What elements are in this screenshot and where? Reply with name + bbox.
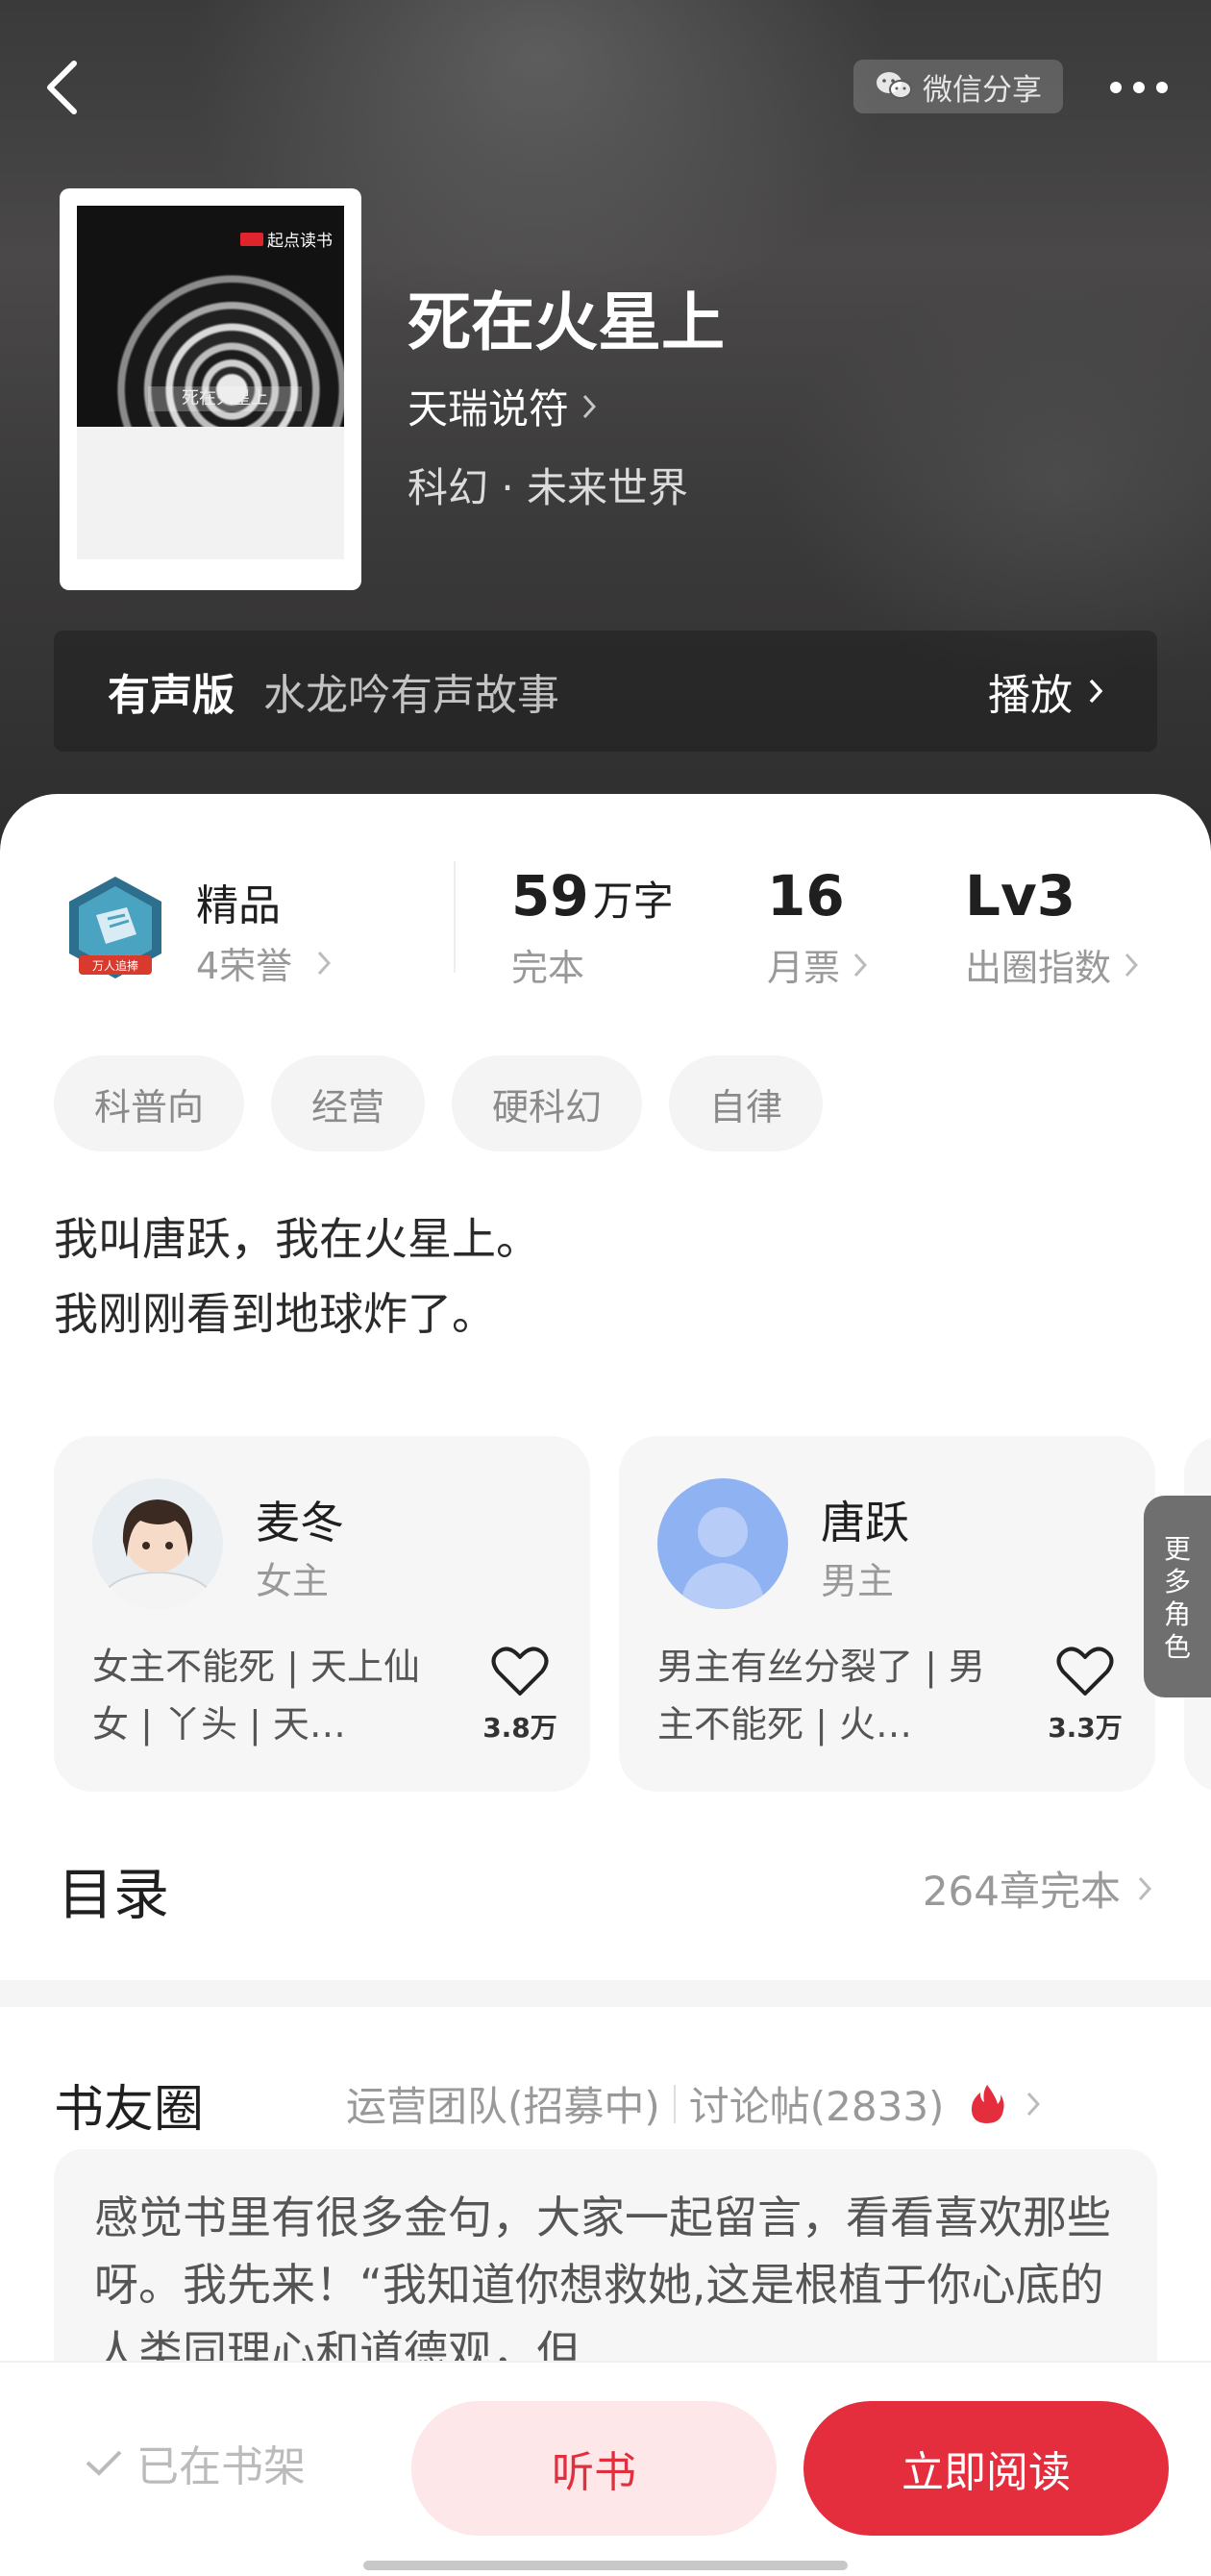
character-avatar — [92, 1478, 223, 1609]
intro-line: 我刚刚看到地球炸了。 — [54, 1288, 496, 1340]
circle-posts-link[interactable]: 讨论帖(2833) — [689, 2074, 945, 2133]
audio-play-button[interactable]: 播放 — [988, 660, 1103, 722]
checkmark-icon — [86, 2450, 122, 2476]
circle-meta[interactable]: 运营团队(招募中) 讨论帖(2833) — [346, 2074, 1041, 2133]
chevron-right-icon — [582, 394, 597, 418]
section-divider — [0, 1980, 1211, 2007]
popularity-value: Lv3 — [965, 863, 1076, 929]
character-card[interactable]: 唐跃 男主 男主有丝分裂了 | 男主不能死 | 火… 3.3万 — [619, 1436, 1155, 1792]
character-role: 男主 — [821, 1560, 895, 1602]
flame-icon — [972, 2084, 1005, 2123]
more-characters-label: 更多角色 — [1163, 1533, 1191, 1663]
chevron-right-icon — [853, 953, 868, 977]
circle-post-preview[interactable]: 感觉书里有很多金句，大家一起留言，看看喜欢那些呀。我先来！“我知道你想救她,这是… — [54, 2149, 1157, 2361]
author-name: 天瑞说符 — [408, 385, 570, 433]
chevron-right-icon — [318, 951, 332, 975]
book-title: 死在火星上 — [408, 285, 725, 359]
share-label: 微信分享 — [923, 72, 1042, 108]
post-text: 感觉书里有很多金句，大家一起留言，看看喜欢那些呀。我先来！“我知道你想救她,这是… — [94, 2192, 1111, 2361]
shelf-status-label: 已在书架 — [136, 2442, 306, 2491]
listen-button[interactable]: 听书 — [411, 2401, 777, 2536]
character-like-button[interactable]: 3.8万 — [477, 1646, 563, 1746]
word-count-unit: 万字 — [592, 878, 674, 925]
tag-list: 科普向 经营 硬科幻 自律 — [54, 1055, 824, 1152]
popularity-label: 出圈指数 — [965, 947, 1112, 989]
wechat-icon — [877, 72, 912, 99]
honor-count: 4荣誉 — [196, 945, 293, 987]
cover-blurb — [77, 427, 344, 559]
chevron-right-icon — [1124, 953, 1139, 977]
tag-chip[interactable]: 科普向 — [54, 1055, 245, 1152]
character-like-button[interactable]: 3.3万 — [1042, 1646, 1128, 1746]
stat-divider — [454, 861, 456, 973]
tag-chip[interactable]: 经营 — [271, 1055, 426, 1152]
audio-label: 有声版 — [108, 671, 235, 720]
monthly-votes-label: 月票 — [767, 947, 841, 989]
word-count-value: 59 — [511, 863, 589, 929]
wechat-share-button[interactable]: 微信分享 — [853, 60, 1063, 113]
book-genre: 科幻 · 未来世界 — [408, 464, 689, 511]
heart-icon — [1056, 1647, 1114, 1696]
back-button[interactable] — [33, 54, 90, 121]
svg-text:万人追捧: 万人追捧 — [92, 958, 138, 973]
monthly-votes-value: 16 — [767, 863, 845, 929]
character-name: 麦冬 — [256, 1497, 344, 1548]
audio-version-bar[interactable]: 有声版 水龙吟有声故事 播放 — [54, 631, 1157, 752]
toc-title: 目录 — [58, 1862, 170, 1927]
audio-narrator: 水龙吟有声故事 — [263, 671, 559, 720]
stat-popularity-index[interactable]: Lv3 出圈指数 — [965, 863, 1139, 991]
book-intro[interactable]: 我叫唐跃，我在火星上。 我刚刚看到地球炸了。 — [54, 1201, 540, 1351]
character-name: 唐跃 — [821, 1497, 909, 1548]
more-dots-icon — [1110, 82, 1168, 93]
character-like-count: 3.8万 — [482, 1712, 557, 1744]
circle-title: 书友圈 — [54, 2081, 205, 2139]
more-characters-button[interactable]: 更多角色 — [1144, 1496, 1211, 1697]
toc-chapter-count: 264章完本 — [922, 1868, 1121, 1915]
circle-team-link[interactable]: 运营团队(招募中) — [346, 2074, 660, 2133]
honor-badge-icon: 万人追捧 — [69, 877, 161, 978]
character-role: 女主 — [256, 1560, 330, 1602]
author-link[interactable]: 天瑞说符 — [408, 377, 597, 435]
audio-play-label: 播放 — [988, 671, 1073, 720]
character-avatar — [657, 1478, 788, 1609]
cover-brand: 起点读书 — [240, 227, 333, 251]
tag-chip[interactable]: 硬科幻 — [452, 1055, 643, 1152]
toc-link[interactable]: 264章完本 — [923, 1859, 1151, 1918]
tag-chip[interactable]: 自律 — [669, 1055, 824, 1152]
stat-word-count: 59万字 完本 — [511, 863, 674, 991]
cover-art: 起点读书 死在火星上 — [77, 206, 344, 559]
shelf-status: 已在书架 — [85, 2432, 306, 2493]
more-button[interactable] — [1096, 63, 1182, 111]
home-indicator — [363, 2561, 848, 2570]
intro-line: 我叫唐跃，我在火星上。 — [54, 1213, 540, 1265]
cover-title: 死在火星上 — [148, 386, 302, 411]
chevron-left-icon — [47, 61, 77, 114]
word-count-label: 完本 — [511, 947, 585, 989]
chevron-right-icon — [1089, 679, 1103, 704]
stat-monthly-votes[interactable]: 16 月票 — [767, 863, 868, 991]
character-tags: 女主不能死 | 天上仙女 | 丫头 | 天… — [92, 1646, 420, 1746]
honor-title: 精品 — [196, 881, 281, 930]
meta-separator — [673, 2084, 676, 2123]
character-tags: 男主有丝分裂了 | 男主不能死 | 火… — [657, 1646, 985, 1746]
character-card[interactable]: 麦冬 女主 女主不能死 | 天上仙女 | 丫头 | 天… 3.8万 — [54, 1436, 590, 1792]
chevron-right-icon — [1027, 2092, 1041, 2116]
character-like-count: 3.3万 — [1048, 1712, 1123, 1744]
honor-count-link[interactable]: 4荣誉 — [196, 936, 332, 989]
book-cover[interactable]: 起点读书 死在火星上 — [60, 188, 361, 590]
read-now-button[interactable]: 立即阅读 — [803, 2401, 1169, 2536]
chevron-right-icon — [1138, 1876, 1151, 1900]
heart-icon — [491, 1647, 549, 1696]
